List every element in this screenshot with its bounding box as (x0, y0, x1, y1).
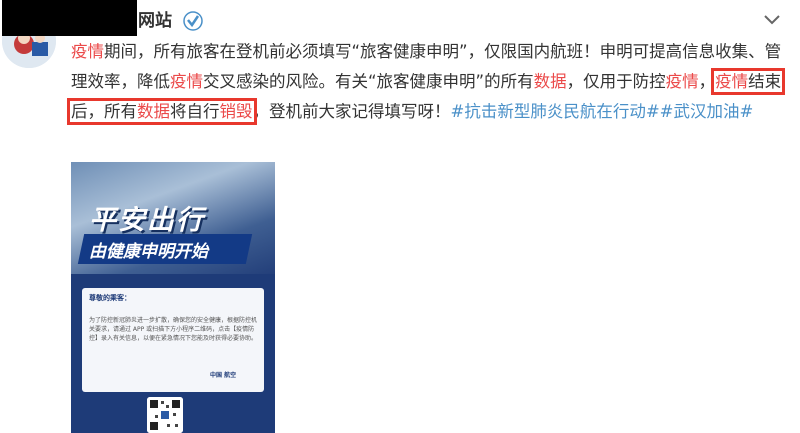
notice-signature: 中国 航空 (210, 372, 237, 379)
post-segment: 数据 (533, 72, 567, 91)
verified-badge-icon (183, 11, 203, 31)
notice-greeting: 尊敬的乘客： (89, 294, 131, 302)
post-image[interactable]: 平安出行 由健康申明开始 尊敬的乘客： 为了防控新冠肺炎进一步扩散，确保您的安全… (71, 162, 275, 433)
hashtag-link[interactable]: #武汉加油# (660, 102, 754, 121)
post-segment: ，登机前大家记得填写呀！ (252, 102, 451, 121)
post-segment: 疫情 (665, 72, 699, 91)
post-segment: 销毁 (219, 102, 253, 121)
post-segment: 疫情 (170, 72, 203, 91)
poster-subtitle: 由健康申明开始 (89, 242, 208, 262)
post-segment: 疫情 (71, 42, 104, 61)
post-segment: 将自行 (170, 102, 220, 121)
hashtag-link[interactable]: #抗击新型肺炎民航在行动# (451, 102, 660, 121)
chevron-down-icon[interactable] (762, 12, 782, 28)
notice-body: 为了防控新冠肺炎进一步扩散，确保您的安全健康，根据防控机关要求，请通过 APP … (89, 317, 258, 342)
account-name[interactable]: 网站 (138, 8, 172, 34)
poster-notice-card: 尊敬的乘客： 为了防控新冠肺炎进一步扩散，确保您的安全健康，根据防控机关要求，请… (82, 288, 264, 392)
post-segment: 交叉感染的风险。有关“旅客健康申明”的所有 (203, 72, 534, 91)
post-segment: ， (698, 72, 716, 91)
post-segment: ，仅用于防控 (566, 72, 666, 91)
account-name-redaction (2, 0, 137, 36)
post-segment: 数据 (137, 102, 170, 121)
post-text: 疫情期间，所有旅客在登机前必须填写“旅客健康申明”，仅限国内航班！申明可提高信息… (66, 37, 786, 127)
qr-code-icon (147, 397, 183, 433)
poster-title: 平安出行 (89, 205, 205, 236)
post-segment: 疫情 (715, 72, 749, 91)
